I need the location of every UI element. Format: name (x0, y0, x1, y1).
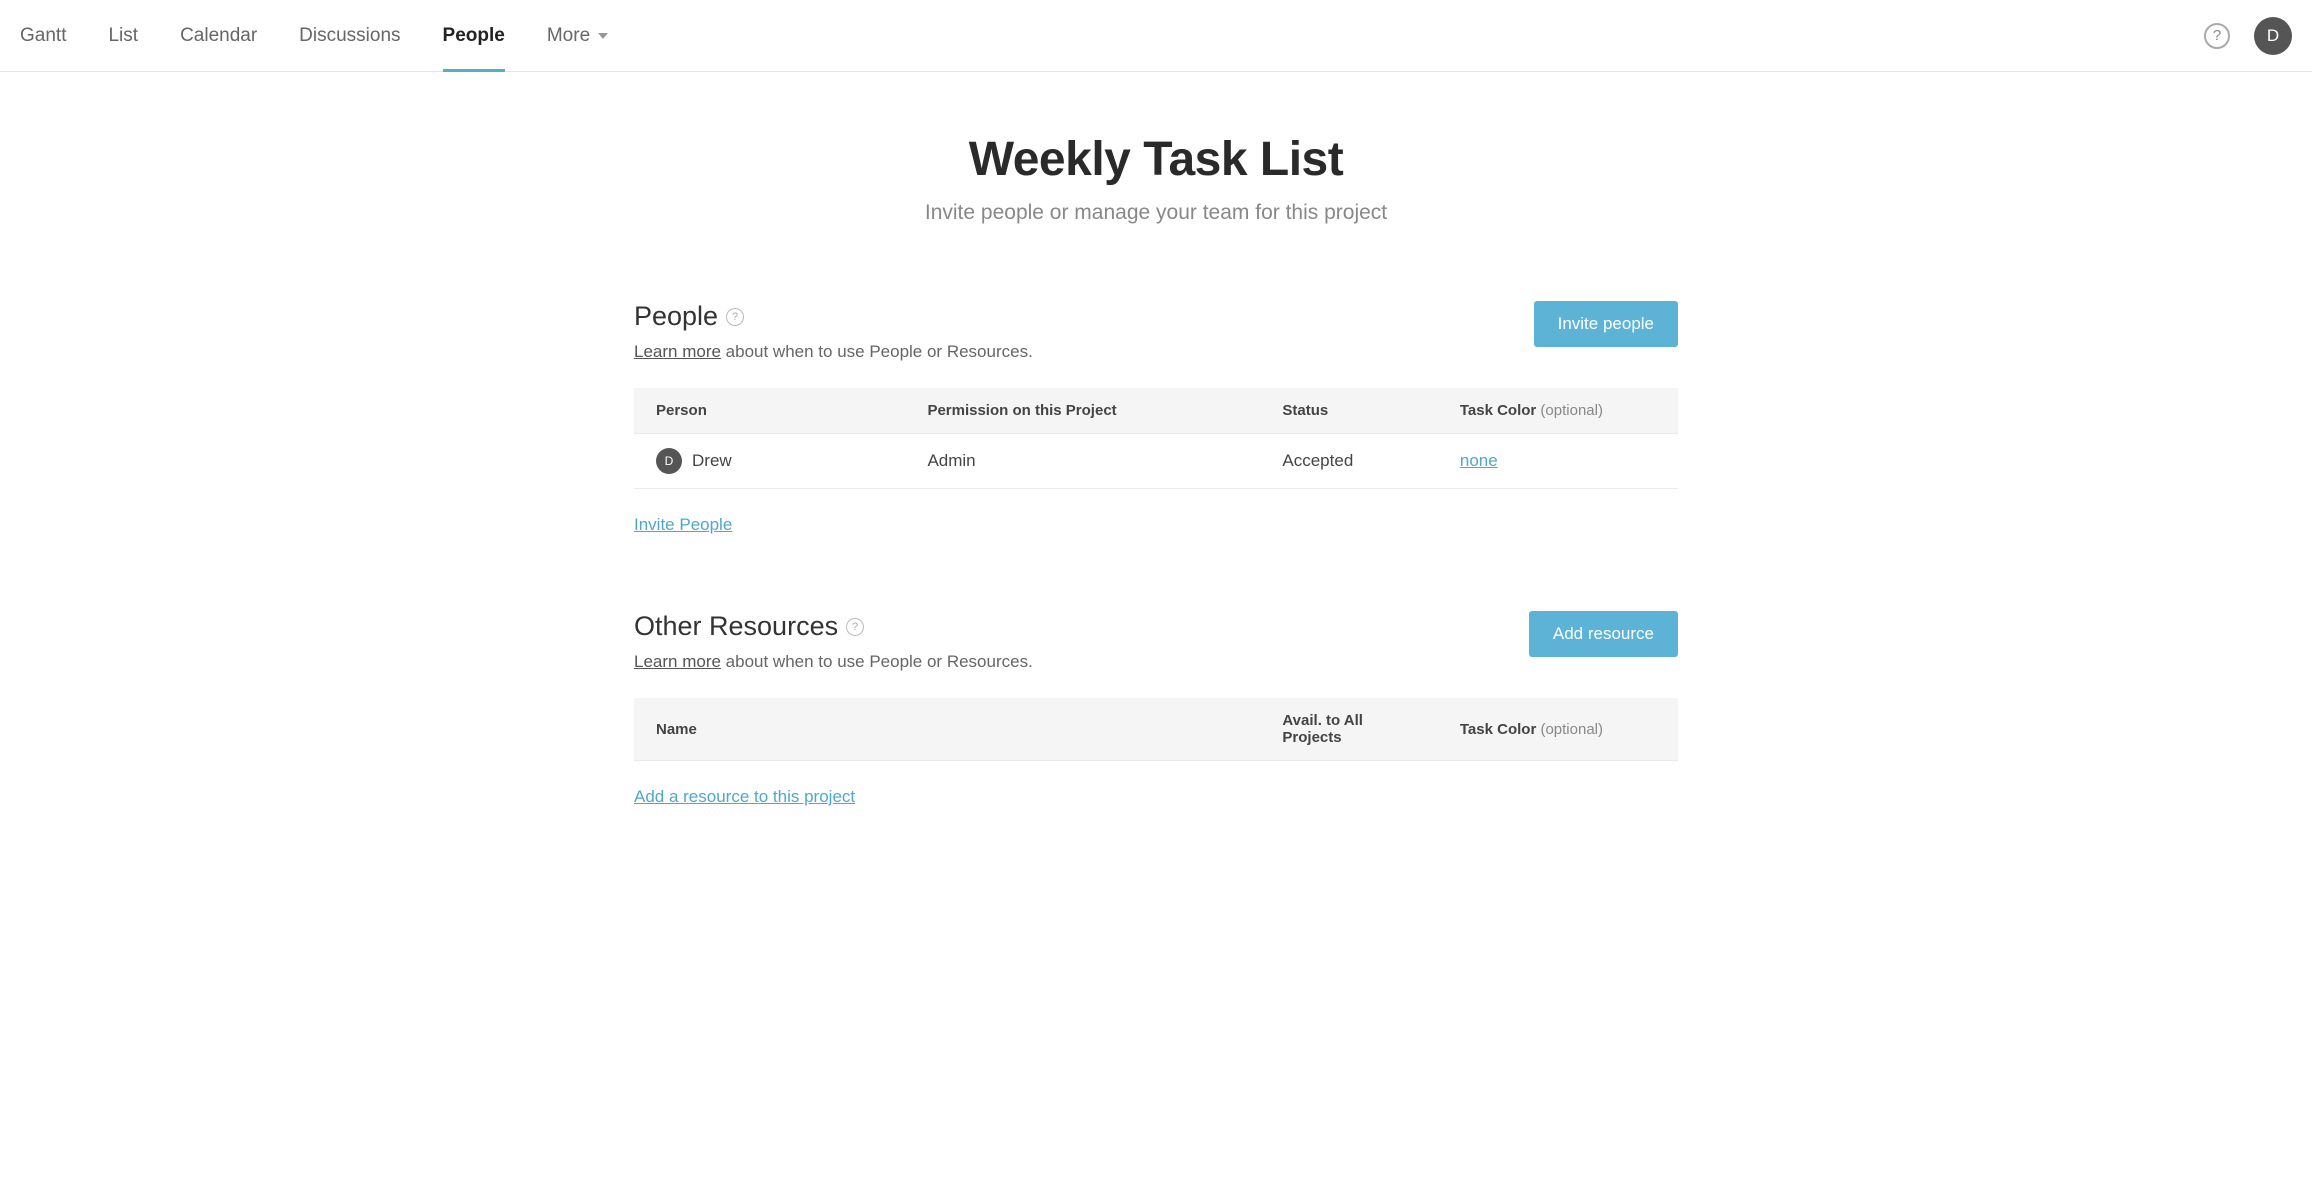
resources-section: Other Resources ? Learn more about when … (634, 611, 1678, 807)
resources-section-header: Other Resources ? Learn more about when … (634, 611, 1678, 672)
tab-more-label: More (547, 25, 590, 47)
tab-more[interactable]: More (547, 0, 608, 72)
resources-section-hint: Learn more about when to use People or R… (634, 652, 1033, 672)
row-avatar: D (656, 448, 682, 474)
tab-list[interactable]: List (108, 0, 138, 72)
people-section: People ? Learn more about when to use Pe… (634, 301, 1678, 535)
table-row: D Drew Admin Accepted none (634, 434, 1678, 489)
add-resource-link[interactable]: Add a resource to this project (634, 787, 855, 807)
people-section-hint: Learn more about when to use People or R… (634, 342, 1033, 362)
page-subtitle: Invite people or manage your team for th… (634, 201, 1678, 225)
col-resource-task-color: Task Color (optional) (1438, 698, 1678, 761)
top-nav: Gantt List Calendar Discussions People M… (0, 0, 2312, 72)
invite-people-link[interactable]: Invite People (634, 515, 732, 535)
person-cell: D Drew (656, 448, 883, 474)
row-permission: Admin (905, 434, 1260, 489)
people-learn-more-link[interactable]: Learn more (634, 342, 721, 361)
resources-help-icon[interactable]: ? (846, 618, 864, 636)
tab-people[interactable]: People (443, 0, 505, 72)
main-content: Weekly Task List Invite people or manage… (634, 72, 1678, 807)
col-person: Person (634, 388, 905, 434)
col-avail: Avail. to All Projects (1260, 698, 1437, 761)
row-person-name: Drew (692, 451, 732, 471)
nav-right: ? D (2204, 17, 2292, 55)
nav-tabs: Gantt List Calendar Discussions People M… (20, 0, 2204, 72)
page-title: Weekly Task List (634, 132, 1678, 187)
row-task-color-link[interactable]: none (1460, 451, 1498, 470)
avatar[interactable]: D (2254, 17, 2292, 55)
add-resource-button[interactable]: Add resource (1529, 611, 1678, 657)
people-table: Person Permission on this Project Status… (634, 388, 1678, 489)
resources-section-title: Other Resources (634, 611, 838, 642)
tab-gantt[interactable]: Gantt (20, 0, 66, 72)
resources-learn-more-link[interactable]: Learn more (634, 652, 721, 671)
resources-table: Name Avail. to All Projects Task Color (… (634, 698, 1678, 761)
tab-discussions[interactable]: Discussions (299, 0, 400, 72)
invite-people-button[interactable]: Invite people (1534, 301, 1678, 347)
people-section-header: People ? Learn more about when to use Pe… (634, 301, 1678, 362)
row-status: Accepted (1260, 434, 1437, 489)
tab-calendar[interactable]: Calendar (180, 0, 257, 72)
people-section-title: People (634, 301, 718, 332)
resources-hint-text: about when to use People or Resources. (721, 652, 1033, 671)
chevron-down-icon (598, 33, 608, 39)
col-status: Status (1260, 388, 1437, 434)
col-permission: Permission on this Project (905, 388, 1260, 434)
help-icon[interactable]: ? (2204, 23, 2230, 49)
people-help-icon[interactable]: ? (726, 308, 744, 326)
col-task-color: Task Color (optional) (1438, 388, 1678, 434)
col-name: Name (634, 698, 1260, 761)
people-hint-text: about when to use People or Resources. (721, 342, 1033, 361)
